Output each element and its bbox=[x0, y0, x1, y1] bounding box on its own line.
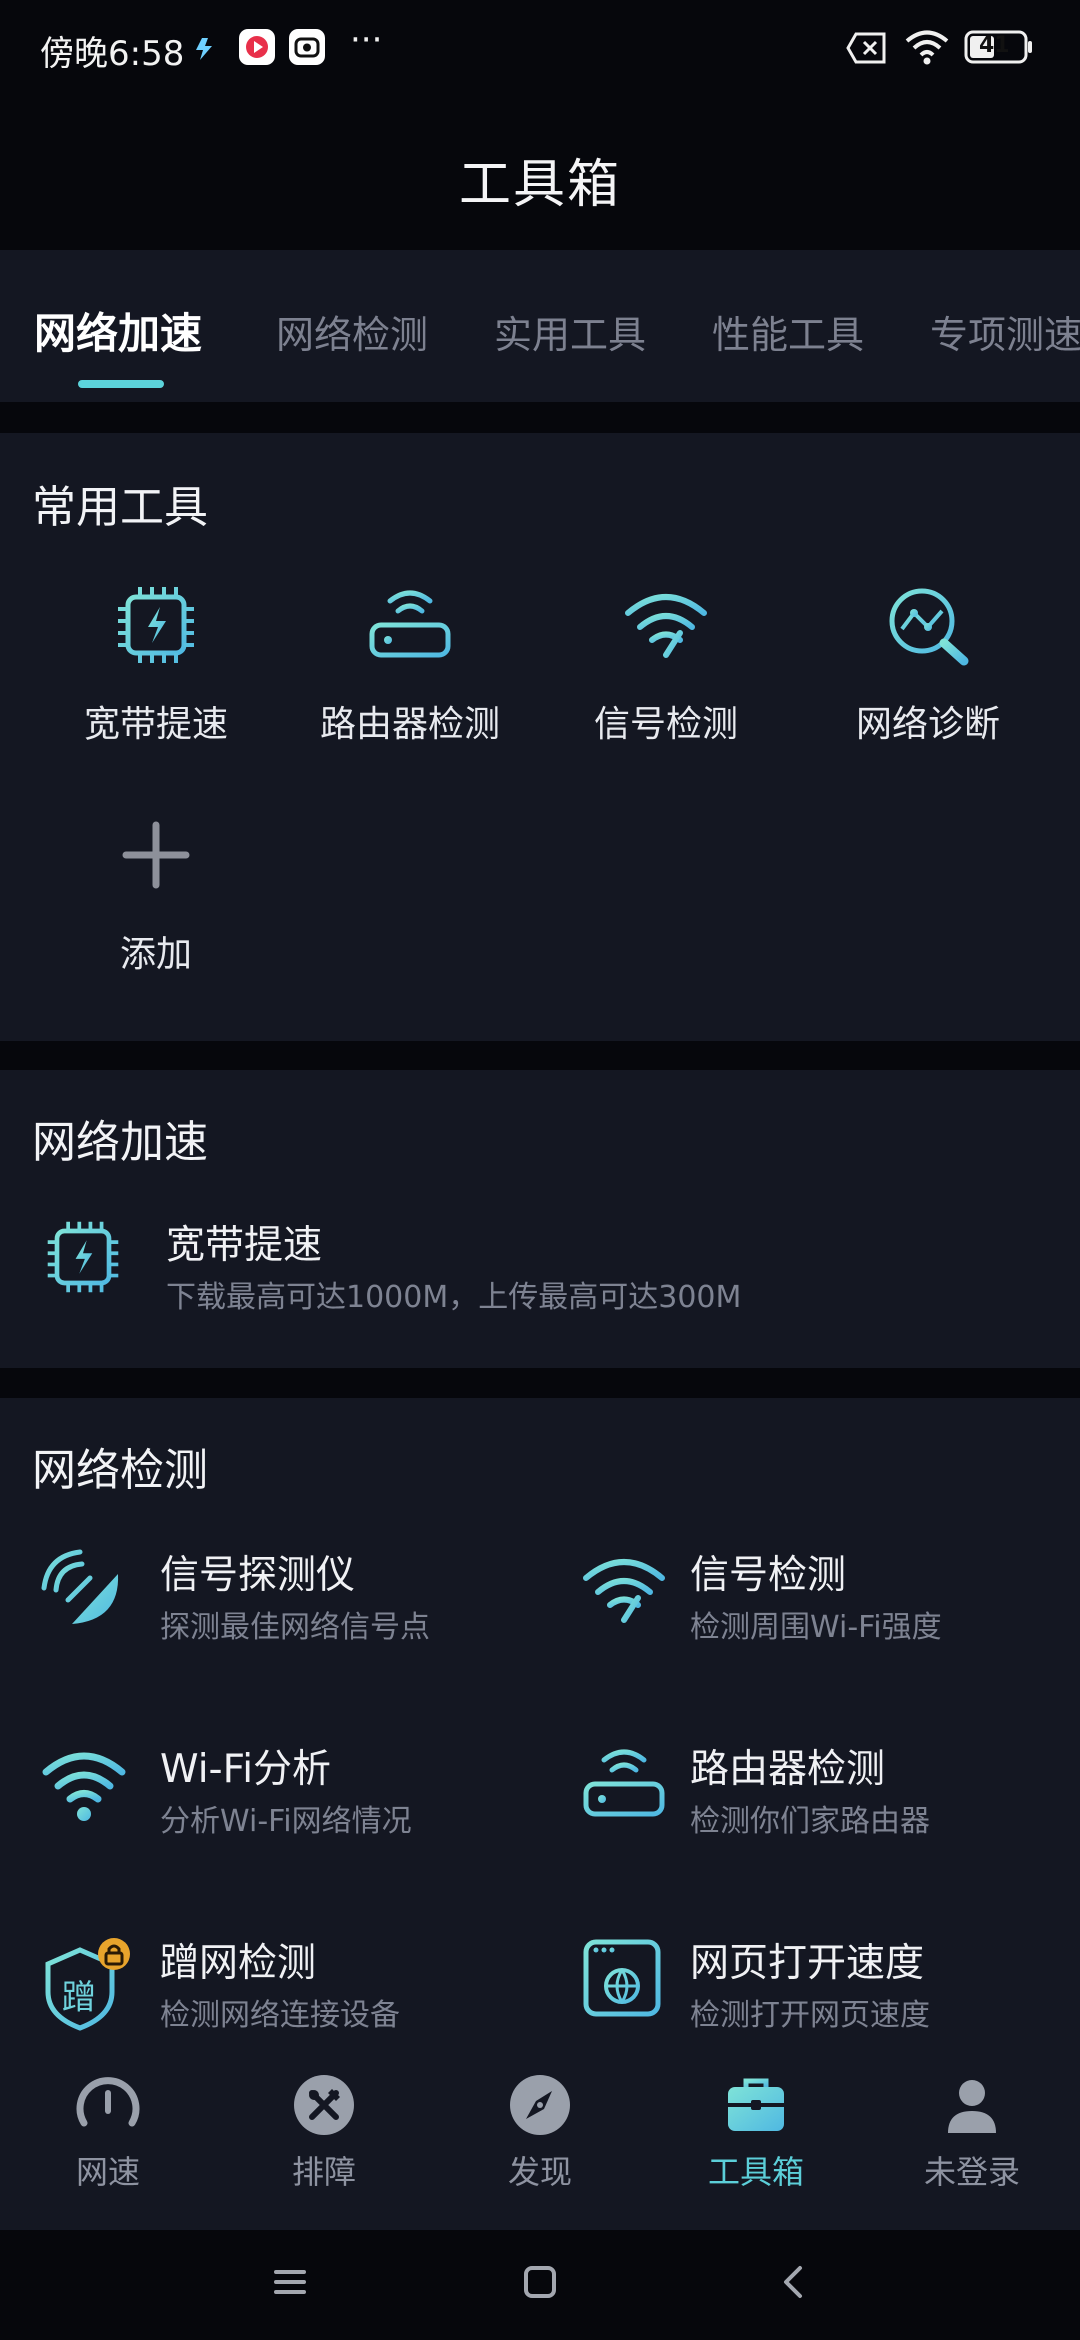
charging-bolt-icon bbox=[190, 34, 220, 68]
tools-icon bbox=[294, 2075, 354, 2135]
item-title: 信号探测仪 bbox=[160, 1553, 356, 1598]
status-time: 傍晚6:58 bbox=[40, 34, 185, 74]
wifi-signal-icon bbox=[546, 583, 786, 671]
home-icon[interactable] bbox=[520, 2262, 560, 2306]
section-title-common-tools: 常用工具 bbox=[32, 482, 208, 533]
nav-label: 未登录 bbox=[923, 2153, 1020, 2191]
item-title: 网页打开速度 bbox=[690, 1941, 925, 1986]
tab-network-acceleration[interactable]: 网络加速 bbox=[34, 300, 202, 361]
wifi-icon bbox=[40, 1742, 128, 1830]
webpage-globe-icon bbox=[580, 1936, 664, 2024]
battery-icon: 41 bbox=[964, 30, 1034, 64]
common-tool-label: 添加 bbox=[119, 934, 192, 975]
common-tool-label: 网络诊断 bbox=[855, 704, 1000, 745]
nav-item-discover[interactable]: 发现 bbox=[432, 2073, 648, 2193]
item-title: Wi-Fi分析 bbox=[160, 1747, 332, 1792]
item-subtitle: 检测网络连接设备 bbox=[160, 1998, 400, 2033]
nav-item-toolbox[interactable]: 工具箱 bbox=[648, 2073, 864, 2193]
item-title: 蹭网检测 bbox=[160, 1941, 317, 1986]
item-subtitle: 检测打开网页速度 bbox=[690, 1998, 930, 2033]
signal-radar-icon bbox=[40, 1548, 124, 1636]
battery-level: 41 bbox=[979, 33, 1010, 58]
sim-card-off-icon bbox=[846, 32, 888, 68]
active-tab-indicator bbox=[78, 380, 164, 388]
nav-label: 发现 bbox=[507, 2153, 572, 2191]
system-navigation-bar bbox=[0, 2230, 1080, 2340]
router-icon bbox=[290, 583, 530, 671]
nav-item-troubleshoot[interactable]: 排障 bbox=[216, 2073, 432, 2193]
plus-icon bbox=[36, 813, 276, 901]
tab-performance-tools[interactable]: 性能工具 bbox=[712, 304, 864, 359]
nav-label: 网速 bbox=[75, 2153, 140, 2191]
item-subtitle: 检测周围Wi-Fi强度 bbox=[690, 1610, 942, 1645]
wifi-status-icon bbox=[904, 28, 950, 70]
common-tool-router-check[interactable]: 路由器检测 bbox=[290, 583, 530, 747]
detection-item-webpage-speed[interactable]: 网页打开速度 检测打开网页速度 bbox=[580, 1936, 1060, 2036]
page-title: 工具箱 bbox=[458, 155, 621, 215]
common-tool-broadband-boost[interactable]: 宽带提速 bbox=[36, 583, 276, 747]
item-subtitle: 检测你们家路由器 bbox=[690, 1804, 930, 1839]
nav-label: 排障 bbox=[291, 2153, 356, 2191]
item-title: 信号检测 bbox=[690, 1553, 847, 1598]
common-tool-signal-check[interactable]: 信号检测 bbox=[546, 583, 786, 747]
item-subtitle: 分析Wi-Fi网络情况 bbox=[160, 1804, 412, 1839]
common-tool-label: 信号检测 bbox=[593, 704, 738, 745]
router-icon bbox=[580, 1742, 668, 1830]
detection-item-signal-check[interactable]: 信号检测 检测周围Wi-Fi强度 bbox=[580, 1548, 1060, 1648]
acceleration-item-broadband-boost[interactable]: 宽带提速 下载最高可达1000M，上传最高可达300M bbox=[44, 1218, 1024, 1318]
nav-item-profile[interactable]: 未登录 bbox=[864, 2073, 1080, 2193]
detection-item-freeloader-check[interactable]: 蹭 蹭网检测 检测网络连接设备 bbox=[40, 1936, 540, 2036]
nav-label: 工具箱 bbox=[707, 2153, 804, 2191]
nav-item-speed[interactable]: 网速 bbox=[0, 2073, 216, 2193]
detection-item-signal-radar[interactable]: 信号探测仪 探测最佳网络信号点 bbox=[40, 1548, 540, 1648]
back-icon[interactable] bbox=[774, 2262, 814, 2306]
chip-bolt-icon bbox=[44, 1218, 122, 1300]
toolbox-icon bbox=[728, 2078, 784, 2131]
tab-utility-tools[interactable]: 实用工具 bbox=[494, 304, 646, 359]
camera-app-icon bbox=[288, 28, 326, 70]
section-title-acceleration: 网络加速 bbox=[32, 1117, 208, 1168]
category-tabs: 网络加速 网络检测 实用工具 性能工具 专项测速 bbox=[0, 250, 1080, 402]
detection-item-router-check[interactable]: 路由器检测 检测你们家路由器 bbox=[580, 1742, 1060, 1842]
common-tool-label: 宽带提速 bbox=[83, 704, 228, 745]
acceleration-section: 网络加速 宽带提速 下载最高可达1000M，上传最高可达300M bbox=[0, 1070, 1080, 1368]
menu-icon[interactable] bbox=[270, 2262, 310, 2306]
item-title: 宽带提速 bbox=[166, 1223, 323, 1268]
chip-bolt-icon bbox=[36, 583, 276, 671]
wifi-signal-icon bbox=[580, 1548, 668, 1636]
network-diagnose-icon bbox=[808, 583, 1048, 671]
common-tool-label: 路由器检测 bbox=[319, 704, 500, 745]
item-title: 路由器检测 bbox=[690, 1747, 886, 1792]
app-header: 工具箱 bbox=[0, 100, 1080, 250]
common-tool-add[interactable]: 添加 bbox=[36, 813, 276, 977]
tab-special-speedtest[interactable]: 专项测速 bbox=[930, 304, 1080, 359]
section-title-detection: 网络检测 bbox=[32, 1445, 208, 1496]
compass-icon bbox=[510, 2075, 570, 2135]
user-icon bbox=[948, 2080, 996, 2133]
freeloader-shield-icon: 蹭 bbox=[40, 1936, 136, 2032]
detection-section: 网络检测 信号探测仪 探测最佳网络信号点 信号检测 检测周围Wi-Fi强度 Wi… bbox=[0, 1398, 1080, 2055]
common-tool-network-diagnose[interactable]: 网络诊断 bbox=[808, 583, 1048, 747]
video-app-icon bbox=[238, 28, 276, 70]
item-subtitle: 下载最高可达1000M，上传最高可达300M bbox=[166, 1280, 742, 1315]
status-bar: 傍晚6:58 ··· 41 bbox=[0, 0, 1080, 100]
item-subtitle: 探测最佳网络信号点 bbox=[160, 1610, 430, 1645]
common-tools-section: 常用工具 宽带提速 路由器检测 信号检测 网络诊断 添加 bbox=[0, 433, 1080, 1041]
freeloader-badge-char: 蹭 bbox=[62, 1978, 96, 2018]
bottom-nav: 网速 排障 发现 工具箱 未登录 bbox=[0, 2055, 1080, 2230]
speedometer-icon bbox=[76, 2077, 140, 2127]
more-notifications-icon: ··· bbox=[350, 20, 383, 60]
detection-item-wifi-analysis[interactable]: Wi-Fi分析 分析Wi-Fi网络情况 bbox=[40, 1742, 540, 1842]
tab-network-detection[interactable]: 网络检测 bbox=[276, 304, 428, 359]
